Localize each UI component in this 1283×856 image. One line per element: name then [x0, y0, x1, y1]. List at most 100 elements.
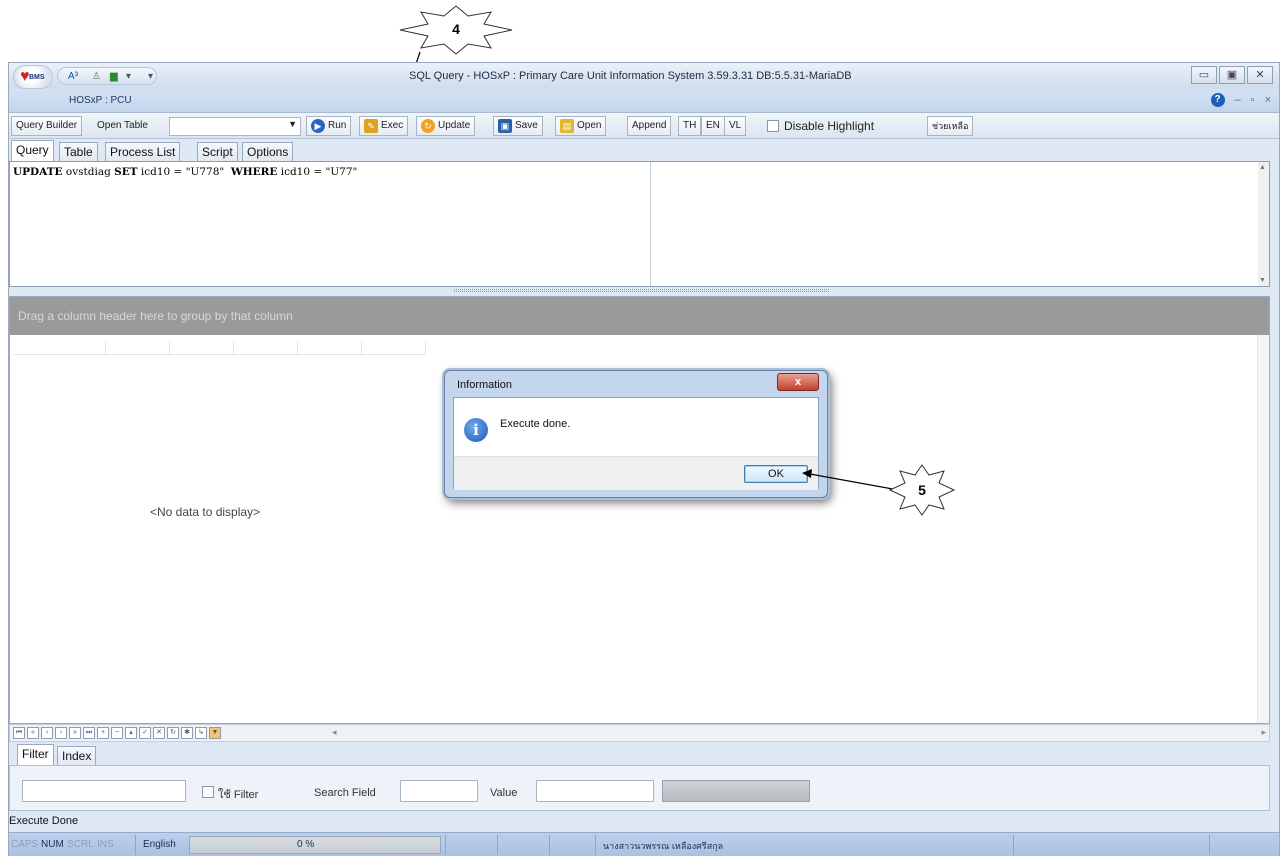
editor-scrollbar[interactable]: ▲ ▼	[1258, 162, 1269, 286]
open-table-label[interactable]: Open Table	[97, 120, 148, 131]
exec-button[interactable]: ✎ Exec	[359, 116, 409, 136]
grid-navigator: ⏮ « ‹ › » ⏭ + − ▴ ✓ ✕ ↻ ✱ ↳ ▼ ◂ ▸	[9, 724, 1270, 742]
menu-icon[interactable]: ▾	[148, 71, 153, 82]
dialog-message: Execute done.	[500, 418, 571, 430]
mdi-close-icon[interactable]: ×	[1265, 94, 1271, 106]
last-page-icon[interactable]: ⏭	[83, 727, 95, 739]
sql-token: icd10 = "U77"	[277, 166, 358, 178]
tab-filter[interactable]: Filter	[17, 744, 54, 765]
hscroll-left-icon[interactable]: ◂	[332, 727, 337, 738]
tab-query[interactable]: Query	[11, 140, 54, 161]
user-name: นางสาวนวพรรณ เหลืองศรีสกุล	[603, 841, 724, 851]
folder-icon: ▤	[560, 119, 574, 133]
query-builder-button[interactable]: Query Builder	[11, 116, 83, 136]
open-button[interactable]: ▤ Open	[555, 116, 607, 136]
exec-icon: ✎	[364, 119, 378, 133]
sql-editor[interactable]: UPDATE ovstdiag SET icd10 = "U778" WHERE…	[9, 161, 1270, 287]
sql-text[interactable]: UPDATE ovstdiag SET icd10 = "U778" WHERE…	[13, 166, 357, 178]
scroll-down-icon[interactable]: ▼	[1259, 277, 1266, 284]
next-record-icon[interactable]: ›	[55, 727, 67, 739]
callout-number-4: 4	[452, 21, 460, 37]
first-page-icon[interactable]: ⏮	[13, 727, 25, 739]
value-input[interactable]	[536, 780, 654, 802]
tab-table[interactable]: Table	[59, 142, 98, 161]
prev-page-icon[interactable]: «	[27, 727, 39, 739]
cancel-record-icon[interactable]: ✕	[153, 727, 165, 739]
bookmark-icon[interactable]: ✱	[181, 727, 193, 739]
refresh-icon[interactable]: ↻	[167, 727, 179, 739]
save-label: Save	[515, 120, 538, 131]
group-by-panel[interactable]: Drag a column header here to group by th…	[10, 297, 1269, 335]
tab-script[interactable]: Script	[197, 142, 238, 161]
column-header-row[interactable]	[14, 341, 426, 355]
window-controls: ▭ ▣ ✕	[1191, 66, 1273, 84]
dialog-footer: OK	[454, 456, 818, 490]
editor-divider	[650, 162, 651, 286]
help-thai-button[interactable]: ช่วยเหลือ	[927, 116, 974, 136]
disable-highlight-checkbox[interactable]: Disable Highlight	[767, 119, 874, 133]
status-divider	[1209, 835, 1210, 855]
th-button[interactable]: TH	[678, 116, 702, 136]
user-icon[interactable]: ♙	[92, 71, 101, 82]
hscroll-right-icon[interactable]: ▸	[1261, 727, 1266, 738]
chart-icon[interactable]: ▆	[110, 71, 118, 82]
result-grid: Drag a column header here to group by th…	[9, 296, 1270, 724]
run-button[interactable]: ▶ Run	[306, 116, 352, 136]
tab-index[interactable]: Index	[57, 746, 97, 765]
tab-process-list[interactable]: Process List	[105, 142, 181, 161]
vl-button[interactable]: VL	[724, 116, 747, 136]
status-divider	[549, 835, 550, 855]
dialog-close-button[interactable]: x	[777, 373, 819, 391]
goto-bookmark-icon[interactable]: ↳	[195, 727, 207, 739]
next-page-icon[interactable]: »	[69, 727, 81, 739]
filter-text-input[interactable]	[22, 780, 186, 802]
filter-apply-button[interactable]	[662, 780, 810, 802]
table-combo[interactable]: ▼	[169, 117, 301, 136]
status-divider	[595, 835, 596, 855]
append-button[interactable]: Append	[627, 116, 672, 136]
status-divider	[445, 835, 446, 855]
disable-highlight-label: Disable Highlight	[784, 119, 875, 133]
dropdown-icon[interactable]: ▾	[126, 71, 131, 82]
info-icon: i	[464, 418, 488, 442]
insert-record-icon[interactable]: +	[97, 727, 109, 739]
progress-text: 0 %	[297, 839, 315, 850]
filter-icon[interactable]: ▼	[209, 727, 221, 739]
dialog-title: Information	[457, 379, 513, 391]
quick-access-toolbar: A³ ♙ ▆ ▾ ▾	[57, 67, 157, 85]
sql-token: ovstdiag	[62, 166, 115, 178]
empty-grid-message: <No data to display>	[150, 505, 261, 519]
mdi-controls: ? – ▫ ×	[1210, 93, 1271, 107]
edit-record-icon[interactable]: ▴	[125, 727, 137, 739]
mdi-restore-icon[interactable]: ▫	[1251, 94, 1255, 106]
save-button[interactable]: ▣ Save	[493, 116, 543, 136]
minimize-icon[interactable]: ▭	[1191, 66, 1217, 84]
app-logo[interactable]: ♥ BMS	[13, 65, 53, 89]
close-icon[interactable]: ✕	[1247, 66, 1273, 84]
scroll-up-icon[interactable]: ▲	[1259, 164, 1266, 171]
update-icon: ↻	[421, 119, 435, 133]
help-icon[interactable]: ?	[1210, 93, 1225, 107]
splitter-handle[interactable]	[454, 289, 829, 292]
font-icon[interactable]: A³	[68, 71, 78, 82]
chevron-down-icon[interactable]: ▼	[288, 119, 297, 129]
save-icon: ▣	[498, 119, 512, 133]
prev-record-icon[interactable]: ‹	[41, 727, 53, 739]
tab-options[interactable]: Options	[242, 142, 294, 161]
scrl-indicator: SCRL	[67, 839, 94, 850]
use-filter-checkbox[interactable]	[202, 786, 214, 798]
mdi-minimize-icon[interactable]: –	[1235, 94, 1241, 106]
callout-number-5: 5	[918, 482, 926, 498]
grid-scrollbar[interactable]	[1257, 335, 1269, 723]
ins-indicator: INS	[97, 839, 114, 850]
query-toolbar: Query Builder Open Table ▼ ▶ Run ✎ Exec …	[9, 113, 1279, 139]
maximize-icon[interactable]: ▣	[1219, 66, 1245, 84]
en-button[interactable]: EN	[701, 116, 725, 136]
information-dialog: Information x i Execute done. OK	[444, 370, 828, 498]
checkbox-box[interactable]	[767, 120, 779, 132]
post-record-icon[interactable]: ✓	[139, 727, 151, 739]
search-field-input[interactable]	[400, 780, 478, 802]
update-button[interactable]: ↻ Update	[416, 116, 476, 136]
delete-record-icon[interactable]: −	[111, 727, 123, 739]
status-divider	[135, 835, 136, 855]
